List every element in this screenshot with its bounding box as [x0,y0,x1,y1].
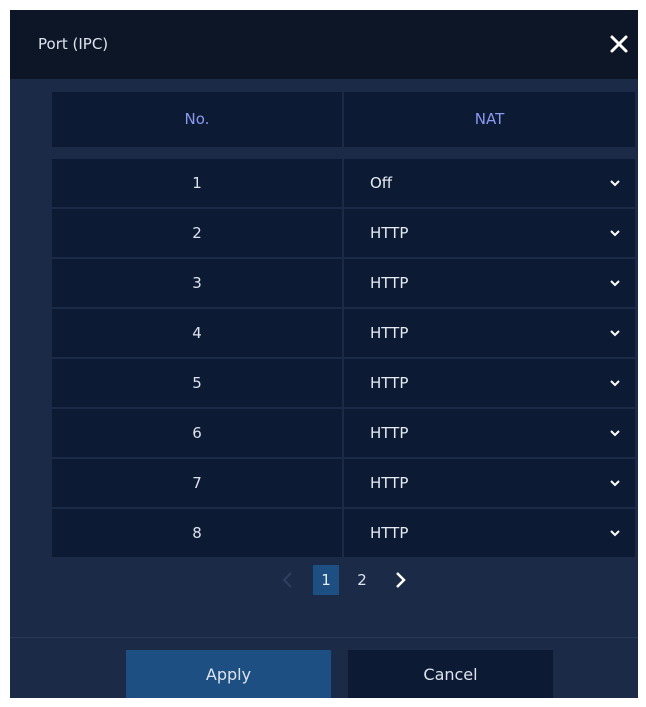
nat-select-value: HTTP [370,324,409,342]
nat-select[interactable]: HTTP [344,459,635,507]
chevron-down-icon [610,330,620,337]
chevron-left-icon[interactable] [278,568,298,592]
nat-select[interactable]: HTTP [344,259,635,307]
table-row: 8 HTTP [52,509,635,557]
nat-select-value: HTTP [370,474,409,492]
nat-select-value: HTTP [370,224,409,242]
row-number: 3 [52,259,342,307]
nat-select-value: HTTP [370,274,409,292]
dialog-title: Port (IPC) [38,35,109,53]
dialog-titlebar: Port (IPC) [10,10,638,79]
row-number: 2 [52,209,342,257]
column-header-no-label: No. [184,110,210,128]
nat-select[interactable]: HTTP [344,209,635,257]
nat-select[interactable]: Off [344,159,635,207]
nat-select-value: HTTP [370,374,409,392]
port-ipc-dialog: Port (IPC) No. NAT 1 Off 2 HTTP 3 HTTP 4… [10,10,638,698]
nat-select-value: HTTP [370,424,409,442]
chevron-down-icon [610,480,620,487]
row-number: 7 [52,459,342,507]
chevron-down-icon [610,230,620,237]
chevron-down-icon [610,380,620,387]
close-icon[interactable] [606,31,632,57]
nat-select[interactable]: HTTP [344,359,635,407]
column-header-nat-label: NAT [474,110,505,128]
chevron-down-icon [610,280,620,287]
chevron-down-icon [610,430,620,437]
table-row: 4 HTTP [52,309,635,357]
row-number: 1 [52,159,342,207]
table-row: 3 HTTP [52,259,635,307]
chevron-down-icon [610,530,620,537]
table-row: 1 Off [52,159,635,207]
table-row: 7 HTTP [52,459,635,507]
footer-divider [10,637,638,638]
page-button-1[interactable]: 1 [313,565,339,595]
page-button-2[interactable]: 2 [349,565,375,595]
cancel-button[interactable]: Cancel [348,650,553,698]
nat-select-value: Off [370,174,393,192]
table-row: 2 HTTP [52,209,635,257]
row-number: 5 [52,359,342,407]
nat-select[interactable]: HTTP [344,409,635,457]
chevron-down-icon [610,180,620,187]
table-row: 6 HTTP [52,409,635,457]
table-row: 5 HTTP [52,359,635,407]
nat-select-value: HTTP [370,524,409,542]
row-number: 4 [52,309,342,357]
row-number: 6 [52,409,342,457]
chevron-right-icon[interactable] [390,568,410,592]
column-header-nat: NAT [344,92,635,147]
pagination: 1 2 [10,565,638,595]
column-header-no: No. [52,92,342,147]
row-number: 8 [52,509,342,557]
apply-button[interactable]: Apply [126,650,331,698]
nat-select[interactable]: HTTP [344,309,635,357]
nat-select[interactable]: HTTP [344,509,635,557]
